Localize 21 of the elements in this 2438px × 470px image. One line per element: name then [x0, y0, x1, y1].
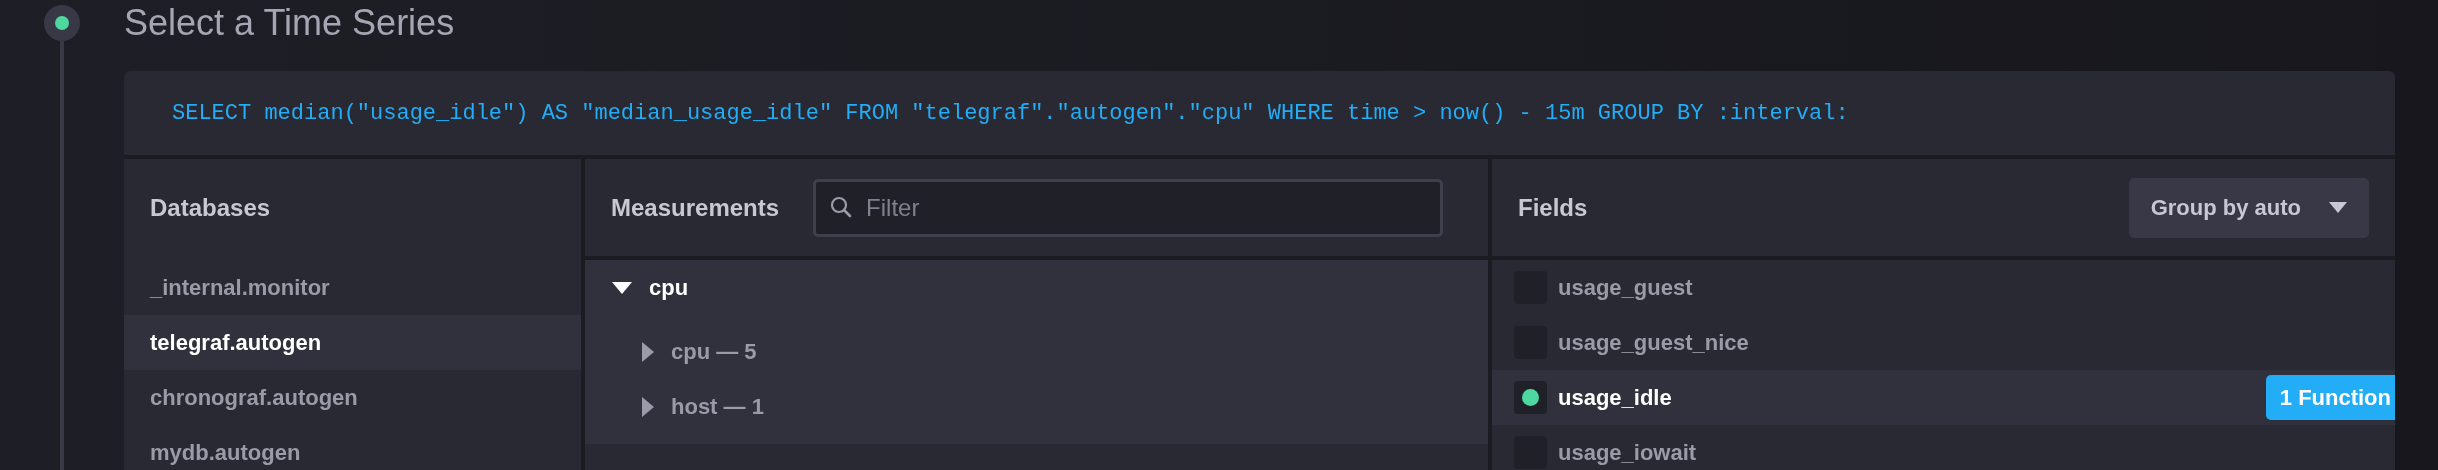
database-item[interactable]: telegraf.autogen [124, 315, 581, 370]
filter-field[interactable]: Filter [813, 178, 1444, 237]
field-item[interactable]: usage_iowait [1492, 425, 2395, 470]
column-heading: Measurements [611, 192, 780, 223]
field-item[interactable]: usage_idle 1 Function [1492, 370, 2395, 425]
caret-icon [2329, 202, 2347, 213]
database-item[interactable]: _internal.monitor [124, 260, 581, 315]
checkbox[interactable] [1514, 381, 1547, 414]
tag-key-item[interactable]: cpu — 5 [585, 324, 1488, 379]
column-heading: Databases [150, 192, 271, 223]
search-icon [830, 195, 853, 218]
column-heading: Fields [1518, 192, 1588, 223]
field-item[interactable]: usage_guest [1492, 260, 2395, 315]
section-title: Select a Time Series [124, 1, 456, 45]
caret-icon[interactable] [611, 280, 633, 295]
database-item[interactable]: chronograf.autogen [124, 370, 581, 425]
query-text: SELECT median("usage_idle") AS "median_usage_idle" FROM "telegraf"."autogen"."cpu" WHERE time > now() - 15m GROUP BY :interval: [172, 99, 1849, 128]
field-item[interactable]: usage_guest_nice [1492, 315, 2395, 370]
tag-key-item[interactable]: host — 1 [585, 379, 1488, 434]
database-item[interactable]: mydb.autogen [124, 425, 581, 470]
group-by-dropdown[interactable]: Group by auto [2128, 177, 2369, 238]
